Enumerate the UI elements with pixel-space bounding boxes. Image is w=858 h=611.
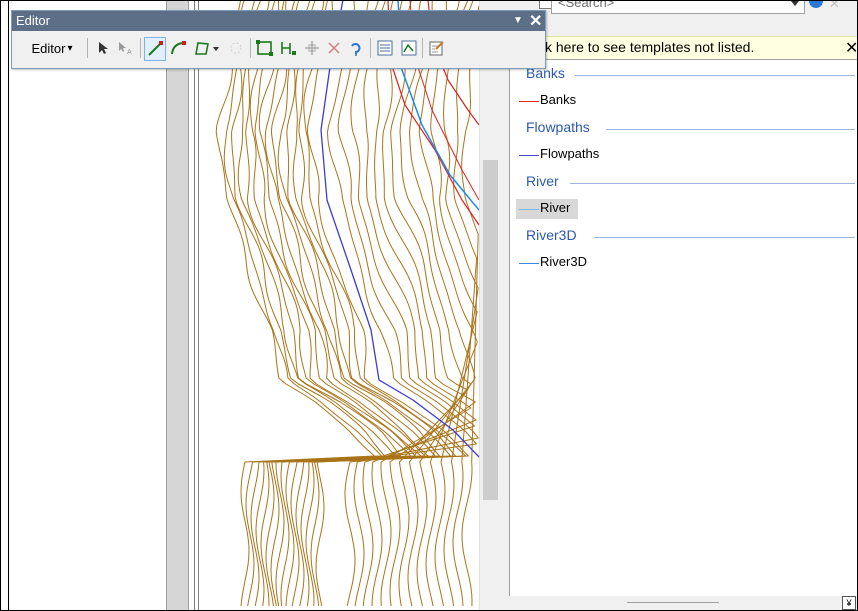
toolbar-options-icon[interactable]: ▼ [513,15,523,26]
reshape-edge-button[interactable] [278,37,300,59]
line-symbol-icon [519,209,539,210]
edit-tool-icon [99,42,108,54]
straight-segment-button[interactable] [144,37,166,61]
rotate-icon [351,43,361,56]
edit-annotation-tool-button[interactable]: A [116,37,136,59]
end-point-arc-button[interactable] [168,37,188,59]
line-symbol-icon [519,101,539,102]
group-header-flowpaths[interactable]: Flowpaths [526,119,590,139]
attributes-button[interactable] [374,37,396,59]
editor-toolbar[interactable]: Editor ▼ ✕ Editor ▾ A [11,10,546,69]
search-placeholder: <Search> [558,0,615,10]
pane-splitter[interactable] [166,0,189,611]
templates-not-listed-banner[interactable]: k here to see templates not listed. ✕ [511,36,858,59]
template-list[interactable]: Banks Banks Flowpaths Flowpaths River Ri… [509,59,858,598]
construction-tools-button[interactable] [192,37,222,59]
editor-toolbar-titlebar[interactable]: Editor ▼ ✕ [12,11,545,31]
toolbar-separator [87,38,88,58]
sketch-properties-icon [401,40,417,56]
group-divider [594,237,855,238]
template-label: River3D [540,254,587,269]
create-features-icon [429,41,444,56]
template-item-banks[interactable]: Banks [516,91,596,111]
clear-search-icon[interactable]: ✕ [829,0,840,12]
pane-divider [627,602,719,603]
contour-line[interactable] [418,0,478,607]
banner-close-icon[interactable]: ✕ [845,38,858,58]
svg-text:A: A [127,49,132,55]
cut-polygons-icon [230,42,242,54]
split-tool-icon [256,40,273,56]
template-item-river3d[interactable]: River3D [516,253,606,273]
toolbar-separator [370,38,371,58]
line-symbol-icon [519,155,539,156]
toolbar-separator [250,38,251,58]
contour-line[interactable] [382,0,476,607]
table-of-contents-pane[interactable] [8,0,167,611]
group-divider [575,75,855,76]
toolbar-separator [422,38,423,58]
template-item-flowpaths[interactable]: Flowpaths [516,145,616,165]
end-point-arc-icon [171,41,186,55]
delete-vertex-button[interactable] [324,37,344,59]
group-header-river[interactable]: River [526,173,559,193]
create-features-button[interactable] [426,37,448,59]
attributes-icon [377,40,393,56]
toolbar-title: Editor [16,13,50,28]
editor-menu-button[interactable]: Editor ▾ [20,37,84,59]
cut-polygons-button[interactable] [226,37,246,59]
help-button[interactable] [346,37,366,59]
expand-pane-icon[interactable]: ¥ [842,596,856,610]
delete-vertex-icon [328,42,340,54]
toolbar-separator [140,38,141,58]
group-divider [570,183,855,184]
reshape-edge-icon [281,42,296,55]
template-label: Flowpaths [540,146,600,161]
map-canvas[interactable] [200,0,479,611]
straight-segment-icon [148,41,163,56]
edit-annotation-tool-icon: A [119,42,132,55]
close-icon[interactable]: ✕ [529,11,542,31]
search-dropdown-icon[interactable] [791,1,799,6]
contour-line[interactable] [390,0,469,607]
group-header-river3d[interactable]: River3D [526,227,577,247]
map-frame [194,0,199,611]
editor-toolbar-buttons: Editor ▾ A [12,31,545,68]
editor-menu-label: Editor [31,40,66,56]
construction-tools-icon [195,42,219,55]
scrollbar-thumb[interactable] [483,160,498,500]
contour-line[interactable] [363,0,477,607]
line-symbol-icon [519,263,539,264]
template-search-bar: <Search> ✕ [501,0,858,36]
sketch-properties-button[interactable] [398,37,420,59]
template-label: Banks [540,92,577,107]
rotate-tool-icon [305,41,319,55]
map-scrollbar[interactable] [479,0,502,611]
search-icon[interactable] [809,0,823,8]
split-tool-button[interactable] [254,37,276,59]
contour-line[interactable] [306,0,469,607]
template-item-river[interactable]: River [516,199,578,219]
edit-tool-button[interactable] [94,37,112,59]
banner-text[interactable]: k here to see templates not listed. [545,39,754,55]
chevron-down-icon: ▾ [67,42,73,54]
map-view[interactable] [200,0,479,611]
group-divider [606,129,855,130]
contour-line[interactable] [461,5,479,607]
create-features-pane: <Search> ✕ k here to see templates not l… [501,0,858,611]
contour-line[interactable] [245,0,402,607]
construction-tools-pane-header: ¥ [509,596,858,611]
template-label: River [540,200,571,215]
contour-line[interactable] [452,0,478,607]
search-input[interactable]: <Search> [551,0,805,14]
rotate-tool-button[interactable] [302,37,322,59]
